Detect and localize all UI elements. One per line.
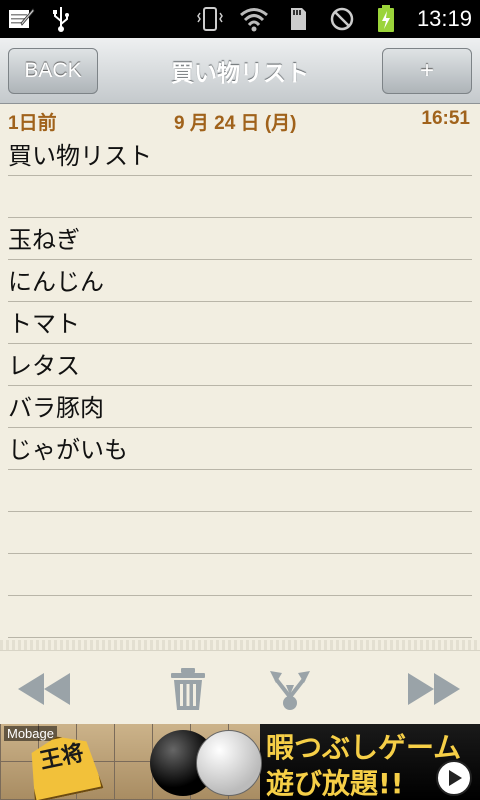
memo-line[interactable]: レタス <box>8 344 472 386</box>
memo-line[interactable] <box>8 512 472 554</box>
back-button[interactable]: BACK <box>8 48 98 94</box>
battery-charging-icon <box>371 4 401 34</box>
share-icon[interactable] <box>260 665 320 713</box>
memo-line[interactable]: 玉ねぎ <box>8 218 472 260</box>
ad-subline: 遊び放題!! <box>266 767 404 800</box>
sd-card-icon <box>283 4 313 34</box>
no-signal-icon <box>327 4 357 34</box>
title-bar: BACK 買い物リスト + <box>0 38 480 104</box>
add-button[interactable]: + <box>382 48 472 94</box>
status-bar: 13:19 <box>0 0 480 38</box>
memo-area[interactable]: 1日前 9 月 24 日 (月) 16:51 買い物リスト 玉ねぎ にんじん ト… <box>0 104 480 650</box>
memo-line[interactable]: じゃがいも <box>8 428 472 470</box>
memo-line[interactable]: 買い物リスト <box>8 134 472 176</box>
memo-time: 16:51 <box>421 108 470 129</box>
memo-line[interactable] <box>8 176 472 218</box>
memo-date: 9 月 24 日 (月) <box>174 113 297 134</box>
bottom-toolbar <box>0 650 480 724</box>
fast-forward-icon[interactable] <box>404 665 464 713</box>
ad-headline: 暇つぶしゲーム <box>266 731 462 764</box>
memo-line[interactable]: バラ豚肉 <box>8 386 472 428</box>
ad-brand: Mobage <box>4 726 57 741</box>
trash-icon[interactable] <box>158 665 218 713</box>
vibrate-icon <box>195 4 225 34</box>
usb-icon <box>46 4 76 34</box>
notes-icon <box>6 4 36 34</box>
memo-line[interactable] <box>8 596 472 638</box>
play-icon[interactable] <box>436 760 472 796</box>
memo-line[interactable] <box>8 554 472 596</box>
memo-info-bar: 1日前 9 月 24 日 (月) 16:51 <box>0 104 480 134</box>
memo-line[interactable] <box>8 470 472 512</box>
rewind-icon[interactable] <box>14 665 74 713</box>
memo-edge <box>0 640 480 650</box>
white-stone-icon <box>196 730 262 796</box>
memo-line[interactable]: にんじん <box>8 260 472 302</box>
memo-line[interactable]: トマト <box>8 302 472 344</box>
ad-banner[interactable]: Mobage 王将 暇つぶしゲーム 遊び放題!! <box>0 724 480 800</box>
page-title: 買い物リスト <box>171 61 309 87</box>
memo-lines[interactable]: 買い物リスト 玉ねぎ にんじん トマト レタス バラ豚肉 じゃがいも <box>8 134 472 638</box>
relative-day: 1日前 <box>8 113 57 134</box>
status-time: 13:19 <box>416 6 472 31</box>
wifi-icon <box>239 4 269 34</box>
